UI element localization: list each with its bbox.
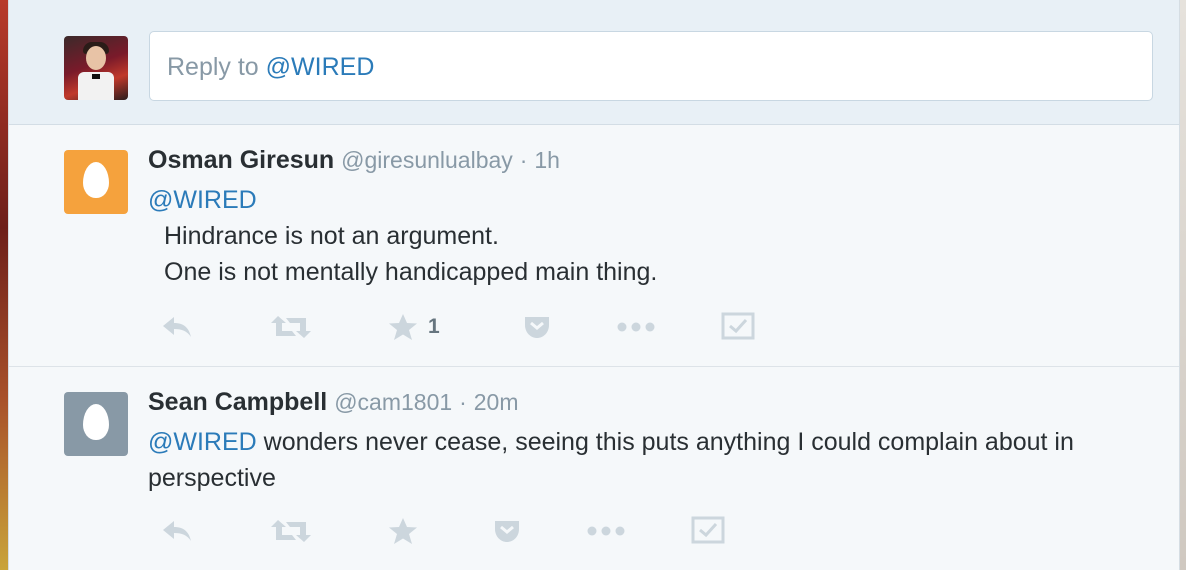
retweet-icon[interactable]: [270, 514, 312, 548]
tweet-author-handle[interactable]: @giresunlualbay: [341, 147, 513, 173]
tweet-header: Osman Giresun @giresunlualbay · 1h: [148, 146, 560, 175]
reply-input[interactable]: Reply to @WIRED: [149, 31, 1153, 101]
task-icon[interactable]: [691, 514, 725, 548]
reply-placeholder-prefix: Reply to: [167, 53, 266, 81]
task-icon[interactable]: [721, 310, 755, 344]
favorite-icon: [389, 314, 417, 340]
avatar[interactable]: [64, 392, 128, 456]
tweet-author-handle[interactable]: @cam1801: [334, 389, 452, 415]
tweet[interactable]: Osman Giresun @giresunlualbay · 1h @WIRE…: [9, 124, 1179, 367]
pocket-icon[interactable]: [523, 310, 551, 344]
tweet-author-name[interactable]: Sean Campbell: [148, 388, 327, 416]
tweet-author-name[interactable]: Osman Giresun: [148, 146, 334, 174]
reply-dialog: Reply to @WIRED Osman Giresun @giresunlu…: [8, 0, 1180, 570]
tweet-mention-link[interactable]: @WIRED: [148, 186, 257, 214]
avatar[interactable]: [64, 150, 128, 214]
reply-icon[interactable]: [160, 310, 194, 344]
user-avatar[interactable]: [64, 36, 128, 100]
reply-icon[interactable]: [160, 514, 194, 548]
tweet-text: @WIRED wonders never cease, seeing this …: [148, 424, 1163, 496]
retweet-icon[interactable]: [270, 310, 312, 344]
favorite-button[interactable]: 1: [388, 310, 440, 344]
pocket-icon[interactable]: [493, 514, 521, 548]
tweet-timestamp[interactable]: 20m: [474, 389, 519, 415]
reply-box: Reply to @WIRED: [9, 0, 1179, 125]
more-icon[interactable]: [616, 310, 656, 344]
favorite-count: 1: [428, 315, 440, 338]
reply-placeholder-mention: @WIRED: [265, 53, 375, 81]
tweet[interactable]: Sean Campbell @cam1801 · 20m @WIRED wond…: [9, 366, 1179, 570]
tweet-line: One is not mentally handicapped main thi…: [164, 258, 658, 286]
tweet-text: @WIRED Hindrance is not an argument. One…: [148, 182, 657, 290]
tweet-body: wonders never cease, seeing this puts an…: [148, 428, 1074, 492]
tweet-timestamp[interactable]: 1h: [534, 147, 560, 173]
more-icon[interactable]: [586, 514, 626, 548]
favorite-icon[interactable]: [388, 514, 418, 548]
tweet-line: Hindrance is not an argument.: [164, 222, 499, 250]
tweet-mention-link[interactable]: @WIRED: [148, 428, 257, 456]
tweet-separator: ·: [459, 389, 467, 415]
tweet-separator: ·: [519, 147, 528, 173]
tweet-header: Sean Campbell @cam1801 · 20m: [148, 388, 518, 417]
